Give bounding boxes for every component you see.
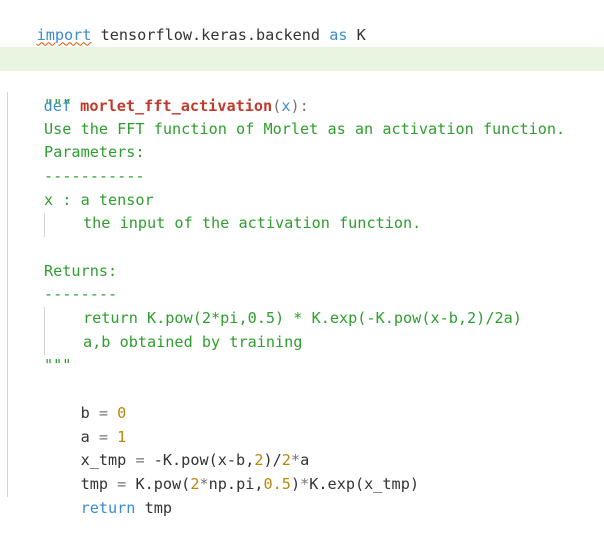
docstring-line[interactable]: x : a tensor — [0, 189, 604, 213]
docstring-text: Returns: — [44, 262, 118, 280]
code-line-def[interactable]: def morlet_fft_activation(x): — [0, 71, 604, 115]
docstring-text: """ — [44, 96, 72, 114]
docstring-line[interactable] — [0, 236, 604, 260]
docstring-text: """ — [44, 356, 72, 374]
docstring-open-quotes[interactable]: """ — [0, 94, 604, 118]
code-line-tmp-assign[interactable]: tmp = K.pow(2*np.pi,0.5)*K.exp(x_tmp) — [0, 449, 604, 493]
docstring-line[interactable]: Use the FFT function of Morlet as an act… — [0, 118, 604, 142]
docstring-text: Parameters: — [44, 143, 145, 161]
code-line-a-assign[interactable]: a = 1 — [0, 402, 604, 446]
code-line-current-highlight[interactable] — [0, 47, 604, 71]
docstring-line[interactable]: -------- — [0, 283, 604, 307]
docstring-line[interactable]: ----------- — [0, 165, 604, 189]
docstring-text: return K.pow(2*pi,0.5) * K.exp(-K.pow(x-… — [83, 309, 522, 327]
docstring-line[interactable]: return K.pow(2*pi,0.5) * K.exp(-K.pow(x-… — [0, 307, 604, 331]
return-keyword: return — [80, 498, 136, 517]
code-line-import-tensorflow[interactable]: import tensorflow.keras.backend as K — [0, 0, 604, 44]
docstring-text: Use the FFT function of Morlet as an act… — [44, 120, 566, 138]
code-line-import-numpy[interactable]: import numpy as np — [0, 24, 604, 68]
docstring-text: x : a tensor — [44, 191, 154, 209]
code-line-xtmp-assign[interactable]: x_tmp = -K.pow(x-b,2)/2*a — [0, 425, 604, 469]
docstring-text: ----------- — [44, 167, 145, 185]
return-value: tmp — [135, 498, 173, 517]
docstring-line[interactable]: Parameters: — [0, 141, 604, 165]
docstring-text: a,b obtained by training — [83, 333, 303, 351]
docstring-close-quotes[interactable]: """ — [0, 354, 604, 378]
docstring-line[interactable]: Returns: — [0, 260, 604, 284]
code-editor[interactable]: import tensorflow.keras.backend as K imp… — [0, 0, 604, 517]
docstring-line[interactable]: a,b obtained by training — [0, 331, 604, 355]
docstring-text: the input of the activation function. — [83, 214, 422, 232]
code-line-return[interactable]: return tmp — [0, 473, 604, 517]
docstring-line[interactable]: the input of the activation function. — [0, 212, 604, 236]
docstring-text: -------- — [44, 285, 118, 303]
code-line-b-assign[interactable]: b = 0 — [0, 378, 604, 422]
